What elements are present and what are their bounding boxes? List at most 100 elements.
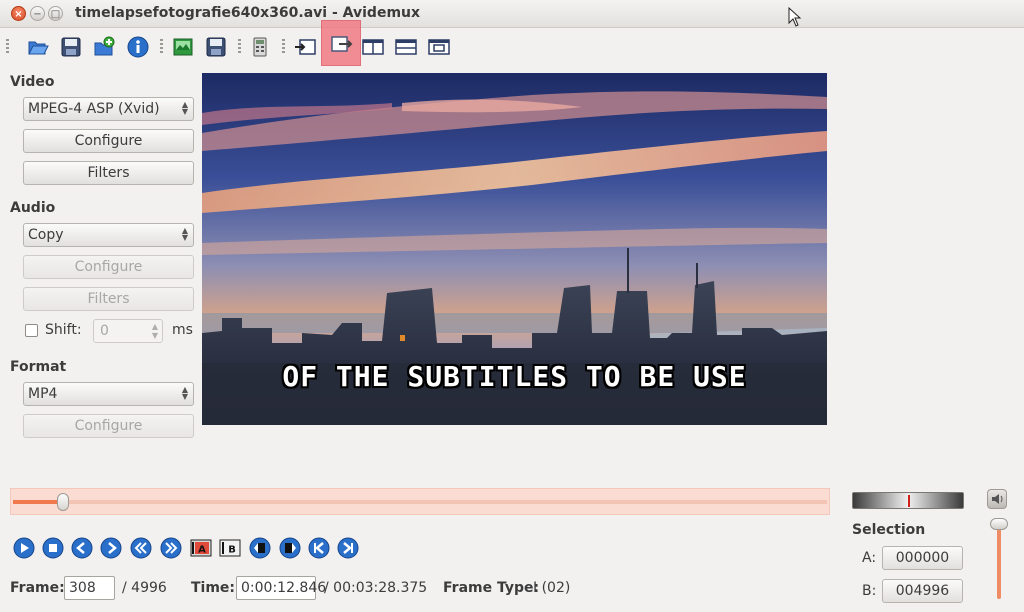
stop-button[interactable] — [42, 537, 64, 559]
save-image-button[interactable] — [170, 34, 196, 60]
subtitle-overlay: OF THE SUBTITLES TO BE USE — [282, 360, 747, 393]
timeline-slider[interactable] — [10, 488, 830, 515]
maximize-window-button[interactable]: □ — [48, 6, 63, 21]
shift-value: 0 — [100, 323, 109, 339]
video-section-label: Video — [10, 74, 55, 90]
shift-checkbox[interactable] — [25, 324, 38, 337]
video-codec-value: MPEG-4 ASP (Xvid) — [28, 101, 160, 117]
play-icon — [13, 537, 35, 559]
side-by-side-icon — [362, 36, 384, 58]
marker-b-icon: B — [219, 539, 241, 557]
arrow-right-icon — [100, 537, 122, 559]
combo-arrows-icon: ▲ ▼ — [181, 226, 188, 242]
save-video-icon — [205, 36, 227, 58]
next-black-frame-button[interactable] — [279, 537, 301, 559]
input-preview-icon — [294, 36, 316, 58]
audio-filters-button[interactable]: Filters — [23, 287, 194, 311]
video-configure-button[interactable]: Configure — [23, 129, 194, 153]
close-window-button[interactable]: × — [11, 6, 26, 21]
top-bottom-button[interactable] — [393, 34, 419, 60]
frame-type-value: I (02) — [533, 580, 571, 596]
go-to-end-button[interactable] — [337, 537, 359, 559]
set-marker-a-button[interactable]: A — [190, 537, 212, 559]
toolbar-grip[interactable] — [160, 39, 163, 55]
frame-input[interactable]: 308 — [64, 576, 115, 600]
save-icon — [60, 36, 82, 58]
svg-text:A: A — [198, 545, 206, 556]
play-button[interactable] — [13, 537, 35, 559]
combo-arrows-icon: ▲ ▼ — [181, 385, 188, 401]
output-preview-button[interactable] — [321, 20, 361, 66]
skip-end-icon — [337, 537, 359, 559]
save-button[interactable] — [58, 34, 84, 60]
jog-shuttle[interactable] — [852, 492, 964, 509]
time-input[interactable]: 0:00:12.846 — [236, 576, 326, 600]
audio-codec-value: Copy — [28, 227, 64, 243]
next-frame-button[interactable] — [100, 537, 122, 559]
open-button[interactable] — [25, 34, 51, 60]
svg-text:B: B — [228, 545, 236, 556]
shift-spinbox[interactable]: 0 ▲ ▼ — [93, 319, 163, 343]
time-label: Time: — [191, 580, 236, 596]
audio-configure-button[interactable]: Configure — [23, 255, 194, 279]
shift-label: Shift: — [45, 322, 82, 338]
set-marker-b-button[interactable]: B — [219, 537, 241, 559]
volume-button[interactable] — [987, 489, 1007, 509]
go-to-start-button[interactable] — [308, 537, 330, 559]
format-configure-button[interactable]: Configure — [23, 414, 194, 438]
separate-window-icon — [428, 36, 450, 58]
jog-marker — [908, 495, 910, 507]
output-preview-icon — [331, 33, 353, 55]
selection-b-button[interactable]: 004996 — [882, 579, 963, 603]
frame-label: Frame: — [10, 580, 65, 596]
input-preview-button[interactable] — [292, 34, 318, 60]
fast-forward-icon — [160, 537, 182, 559]
mouse-cursor-icon — [788, 7, 802, 27]
selection-b-label: B: — [862, 583, 877, 599]
toolbar-grip[interactable] — [238, 39, 241, 55]
spin-arrows-icon[interactable]: ▲ ▼ — [152, 322, 158, 340]
video-preview: OF THE SUBTITLES TO BE USE — [202, 73, 827, 425]
append-button[interactable] — [91, 34, 117, 60]
stop-icon — [42, 537, 64, 559]
format-section-label: Format — [10, 359, 67, 375]
frame-total: / 4996 — [122, 580, 167, 596]
append-icon — [93, 36, 115, 58]
skip-start-icon — [308, 537, 330, 559]
rewind-icon — [130, 537, 152, 559]
separate-window-button[interactable] — [426, 34, 452, 60]
calculator-button[interactable] — [247, 34, 273, 60]
selection-a-button[interactable]: 000000 — [882, 546, 963, 570]
top-bottom-icon — [395, 36, 417, 58]
shift-unit-label: ms — [172, 322, 193, 338]
save-video-button[interactable] — [203, 34, 229, 60]
timeline-track — [13, 500, 827, 504]
toolbar-grip[interactable] — [282, 39, 285, 55]
format-select[interactable]: MP4 ▲ ▼ — [23, 382, 194, 406]
properties-button[interactable] — [125, 34, 151, 60]
title-bar: × − □ timelapsefotografie640x360.avi - A… — [0, 0, 1024, 28]
selection-title: Selection — [852, 522, 926, 538]
time-total: / 00:03:28.375 — [324, 580, 428, 596]
open-icon — [27, 36, 49, 58]
previous-keyframe-button[interactable] — [130, 537, 152, 559]
minimize-window-button[interactable]: − — [30, 6, 45, 21]
speaker-icon — [992, 494, 1003, 504]
previous-black-frame-button[interactable] — [249, 537, 271, 559]
timeline-handle[interactable] — [57, 493, 69, 511]
audio-codec-select[interactable]: Copy ▲ ▼ — [23, 223, 194, 247]
previous-frame-button[interactable] — [71, 537, 93, 559]
selection-a-label: A: — [862, 550, 877, 566]
previous-black-frame-icon — [249, 537, 271, 559]
calculator-icon — [249, 36, 271, 58]
volume-slider-track[interactable] — [997, 527, 1001, 599]
next-keyframe-button[interactable] — [160, 537, 182, 559]
format-value: MP4 — [28, 386, 58, 402]
side-by-side-button[interactable] — [360, 34, 386, 60]
video-codec-select[interactable]: MPEG-4 ASP (Xvid) ▲ ▼ — [23, 97, 194, 121]
marker-a-icon: A — [190, 539, 212, 557]
next-black-frame-icon — [279, 537, 301, 559]
volume-slider-handle[interactable] — [990, 518, 1008, 530]
toolbar-grip[interactable] — [6, 39, 9, 55]
video-filters-button[interactable]: Filters — [23, 161, 194, 185]
